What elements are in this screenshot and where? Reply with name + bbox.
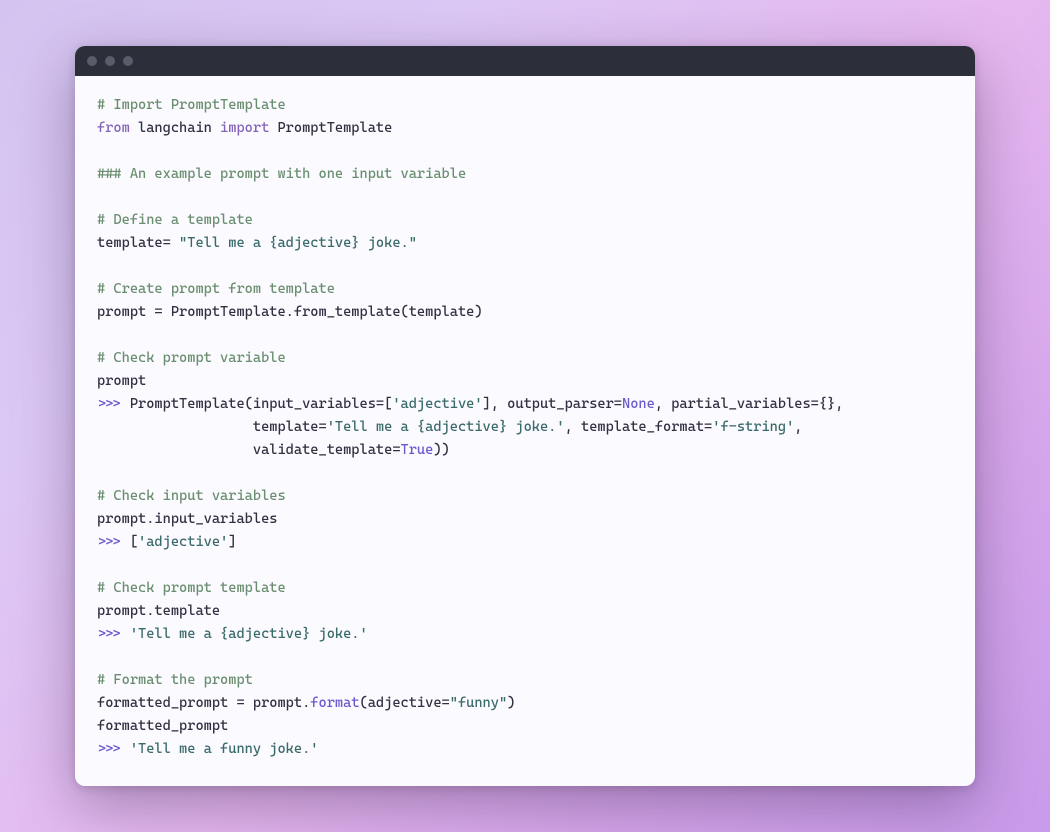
code-line: validate_template=True)) (97, 442, 450, 458)
code-line: formatted_prompt = prompt.format(adjecti… (97, 695, 515, 711)
code-line: prompt (97, 373, 146, 389)
code-line: # Check prompt variable (97, 350, 286, 366)
code-line: template= "Tell me a {adjective} joke." (97, 235, 417, 251)
code-line: prompt.template (97, 603, 220, 619)
code-line: # Create prompt from template (97, 281, 335, 297)
close-icon[interactable] (87, 56, 97, 66)
code-line: prompt.input_variables (97, 511, 277, 527)
code-line: >>> ['adjective'] (97, 534, 236, 550)
code-line: # Format the prompt (97, 672, 253, 688)
code-line: >>> PromptTemplate(input_variables=['adj… (97, 396, 843, 412)
code-window: # Import PromptTemplate from langchain i… (75, 46, 975, 786)
code-line: prompt = PromptTemplate.from_template(te… (97, 304, 483, 320)
code-line: # Check input variables (97, 488, 286, 504)
code-line: template='Tell me a {adjective} joke.', … (97, 419, 802, 435)
maximize-icon[interactable] (123, 56, 133, 66)
code-content: # Import PromptTemplate from langchain i… (75, 76, 975, 786)
window-titlebar (75, 46, 975, 76)
code-line: >>> 'Tell me a funny joke.' (97, 741, 318, 757)
code-line: formatted_prompt (97, 718, 228, 734)
code-line: # Import PromptTemplate (97, 97, 286, 113)
minimize-icon[interactable] (105, 56, 115, 66)
code-line: # Check prompt template (97, 580, 286, 596)
code-line: # Define a template (97, 212, 253, 228)
code-line: from langchain import PromptTemplate (97, 120, 392, 136)
code-line: >>> 'Tell me a {adjective} joke.' (97, 626, 368, 642)
code-line: ### An example prompt with one input var… (97, 166, 466, 182)
